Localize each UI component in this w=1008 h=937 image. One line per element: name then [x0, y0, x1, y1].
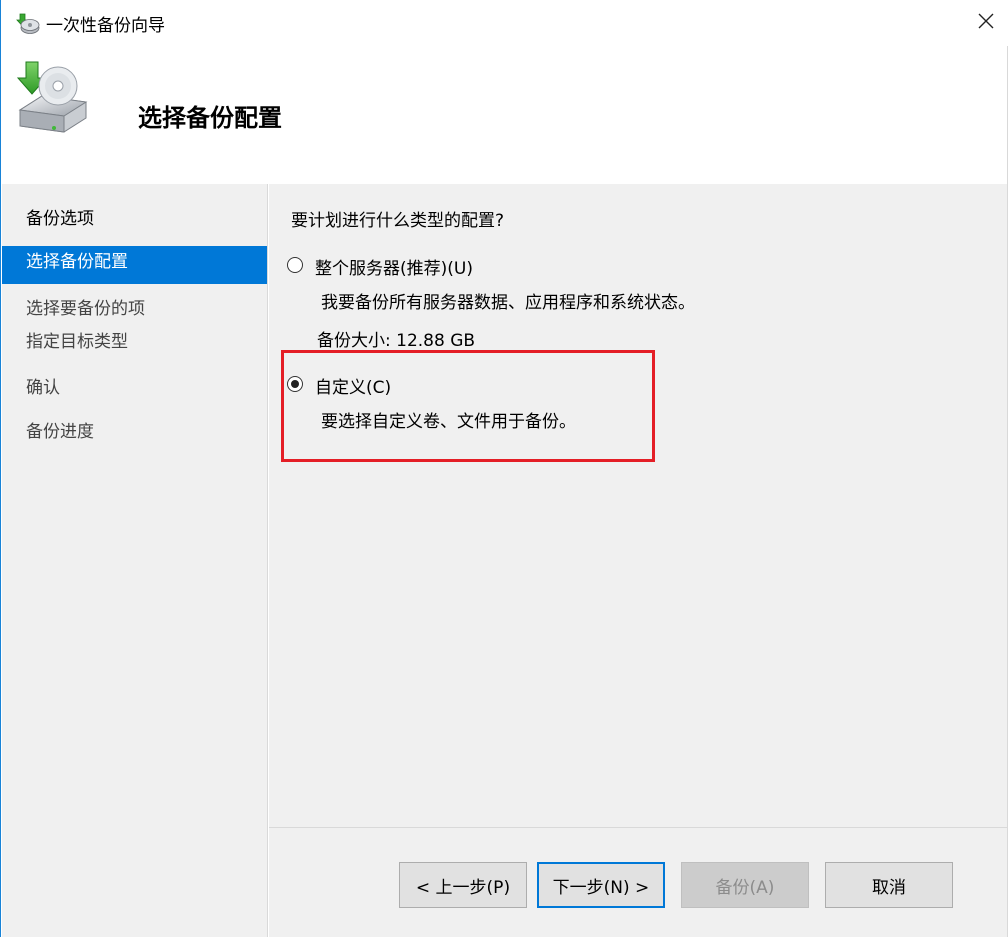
next-button[interactable]: 下一步(N) > [537, 862, 665, 908]
nav-step-select-items[interactable]: 选择要备份的项 [26, 294, 145, 319]
custom-label[interactable]: 自定义(C) [315, 373, 391, 398]
close-icon [977, 12, 995, 35]
backup-button[interactable]: 备份(A) [681, 862, 809, 908]
page-title: 选择备份配置 [138, 104, 282, 132]
full-server-description: 我要备份所有服务器数据、应用程序和系统状态。 [321, 293, 695, 313]
window-title: 一次性备份向导 [46, 16, 165, 36]
nav-step-backup-config[interactable]: 选择备份配置 [2, 246, 267, 284]
wizard-header: 选择备份配置 [2, 46, 1008, 184]
custom-radio[interactable] [287, 376, 303, 392]
backup-wizard-icon [16, 12, 40, 36]
wizard-footer: < 上一步(P) 下一步(N) > 备份(A) 取消 [269, 827, 1008, 937]
wizard-steps-nav: 备份选项 选择备份配置 选择要备份的项 指定目标类型 确认 备份进度 [2, 184, 268, 937]
nav-step-confirmation[interactable]: 确认 [26, 373, 60, 398]
title-bar[interactable]: 一次性备份向导 [2, 0, 1008, 46]
main-panel: 要计划进行什么类型的配置? 整个服务器(推荐)(U) 我要备份所有服务器数据、应… [269, 184, 1008, 827]
full-server-label[interactable]: 整个服务器(推荐)(U) [315, 254, 473, 279]
backup-size-text: 备份大小: 12.88 GB [317, 331, 476, 351]
nav-step-backup-options[interactable]: 备份选项 [26, 204, 94, 229]
nav-step-backup-progress[interactable]: 备份进度 [26, 417, 94, 442]
custom-description: 要选择自定义卷、文件用于备份。 [321, 412, 576, 432]
wizard-window: 一次性备份向导 选择备份配置 备份选项 选择备份配置 选择要备份的项 指定目标类… [0, 0, 1008, 937]
highlight-box [281, 350, 655, 462]
cancel-button[interactable]: 取消 [825, 862, 953, 908]
close-button[interactable] [963, 0, 1008, 46]
nav-step-destination-type[interactable]: 指定目标类型 [26, 327, 128, 352]
back-button[interactable]: < 上一步(P) [399, 862, 527, 908]
radio-selected-dot [291, 380, 299, 388]
backup-drive-icon [14, 58, 94, 138]
config-question: 要计划进行什么类型的配置? [291, 211, 505, 231]
full-server-radio[interactable] [287, 257, 303, 273]
